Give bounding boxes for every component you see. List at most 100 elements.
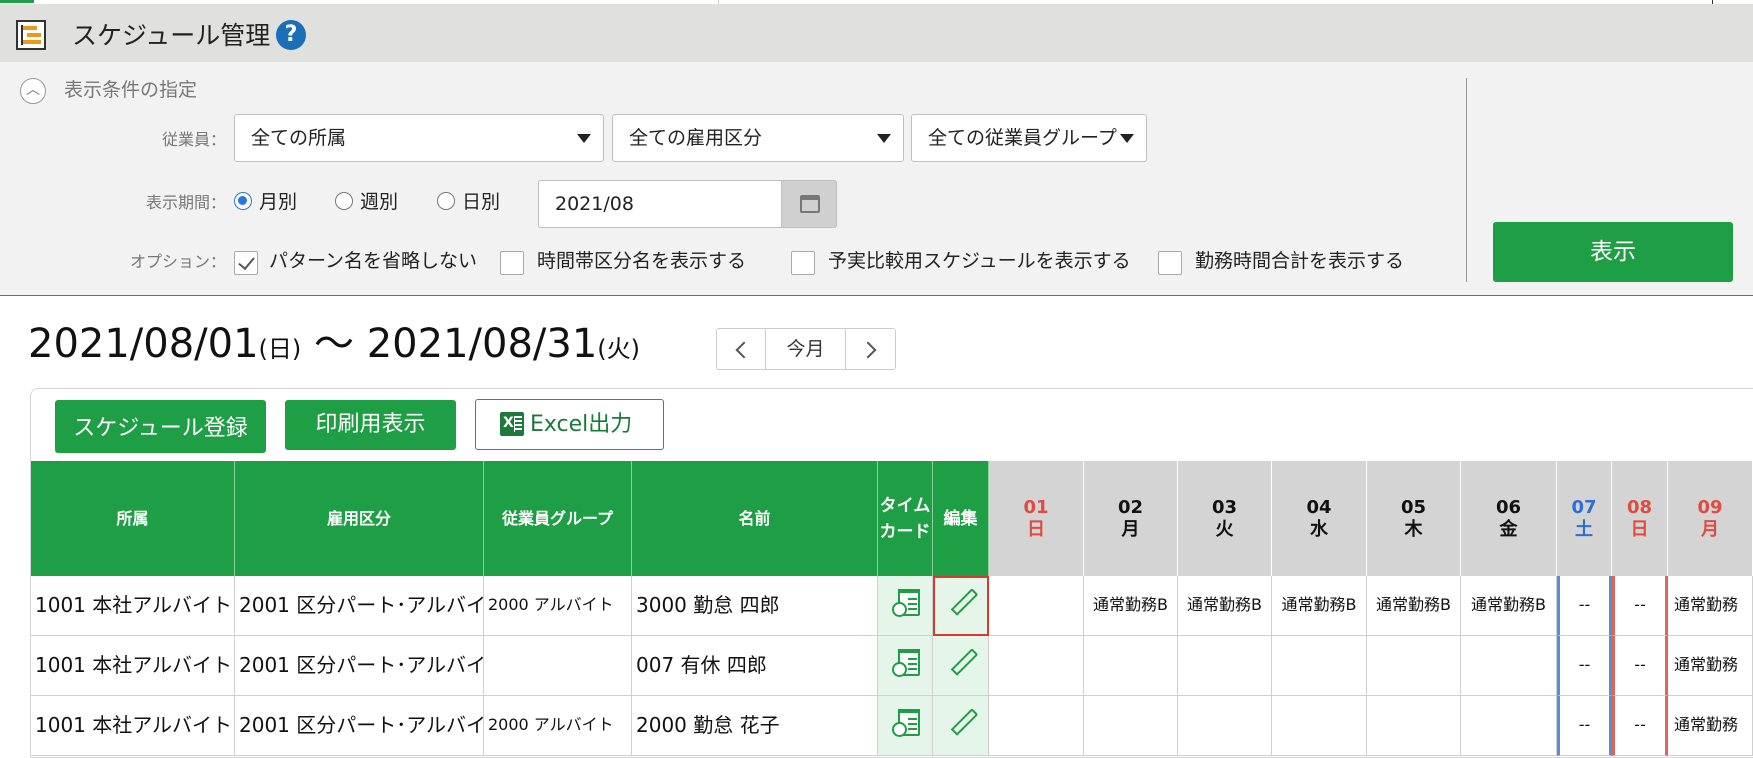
schedule-cell-day-07[interactable]: -- (1557, 636, 1612, 696)
employment-type-select[interactable]: 全ての雇用区分 (612, 114, 904, 162)
month-navigation: 今月 (716, 328, 896, 370)
header-day-weekday: 日 (1630, 518, 1649, 540)
header-timecard-line1: タイム (879, 495, 931, 516)
prev-month-chevron-icon[interactable] (735, 341, 753, 359)
month-input[interactable]: 2021/08 (538, 180, 783, 228)
edit-button[interactable] (933, 636, 989, 696)
period-daily-radio[interactable] (437, 192, 455, 210)
cell-employment-type: 2001 区分パート･アルバイト (235, 696, 484, 756)
option-plan-actual-label[interactable]: 予実比較用スケジュールを表示する (828, 248, 1131, 274)
header-day-weekday: 土 (1575, 518, 1593, 540)
header-day-number: 06 (1495, 496, 1522, 518)
option-time-zone-checkbox[interactable] (500, 251, 524, 275)
header-day-02[interactable]: 02 月 (1084, 461, 1178, 576)
schedule-cell-day-06[interactable]: 通常勤務B (1461, 576, 1557, 636)
schedule-cell-day-07[interactable]: -- (1557, 696, 1612, 756)
schedule-cell-day-07[interactable]: -- (1557, 576, 1612, 636)
period-monthly-label[interactable]: 月別 (259, 189, 297, 215)
header-day-06[interactable]: 06 金 (1461, 461, 1557, 576)
options-label: オプション： (129, 252, 226, 271)
schedule-cell-day-06[interactable] (1461, 636, 1557, 696)
schedule-cell-day-09[interactable]: 通常勤務 (1668, 636, 1753, 696)
schedule-cell-day-03[interactable] (1178, 636, 1272, 696)
timecard-button[interactable] (878, 696, 933, 756)
period-label: 表示期間： (145, 193, 226, 212)
schedule-cell-day-01[interactable] (989, 696, 1084, 756)
option-full-pattern-checkbox[interactable] (234, 251, 258, 275)
header-day-number: 03 (1211, 496, 1238, 518)
panel-divider (1466, 78, 1467, 282)
header-day-number: 07 (1571, 496, 1597, 518)
schedule-cell-day-09[interactable]: 通常勤務 (1668, 576, 1753, 636)
schedule-cell-day-04[interactable] (1272, 696, 1367, 756)
employee-group-select[interactable]: 全ての従業員グループ (911, 114, 1147, 162)
option-work-total-label[interactable]: 勤務時間合計を表示する (1195, 248, 1404, 274)
schedule-cell-day-04[interactable] (1272, 636, 1367, 696)
option-plan-actual-checkbox[interactable] (791, 251, 815, 275)
edit-button[interactable] (933, 576, 989, 636)
affiliation-select[interactable]: 全ての所属 (234, 114, 604, 162)
period-weekly-label[interactable]: 週別 (360, 189, 398, 215)
schedule-cell-day-08[interactable]: -- (1612, 636, 1668, 696)
cell-employee-group: 2000 アルバイト (484, 696, 632, 756)
header-day-01[interactable]: 01 日 (989, 461, 1084, 576)
next-month-chevron-icon[interactable] (859, 341, 877, 359)
header-day-weekday: 水 (1310, 518, 1328, 540)
schedule-register-button[interactable]: スケジュール登録 (55, 400, 266, 453)
collapse-chevron-icon[interactable]: ︿ (20, 78, 46, 104)
header-day-08[interactable]: 08 日 (1612, 461, 1668, 576)
cell-name: 3000 勤怠 四郎 (632, 576, 878, 636)
header-name[interactable]: 名前 (632, 461, 878, 576)
option-work-total-checkbox[interactable] (1158, 251, 1182, 275)
help-icon[interactable]: ? (276, 20, 306, 50)
schedule-cell-day-05[interactable] (1367, 696, 1461, 756)
edit-button[interactable] (933, 696, 989, 756)
schedule-cell-day-05[interactable]: 通常勤務B (1367, 576, 1461, 636)
calendar-icon (800, 195, 820, 213)
header-day-03[interactable]: 03 火 (1178, 461, 1272, 576)
timecard-icon (892, 709, 920, 738)
header-timecard-line2: カード (879, 521, 931, 542)
schedule-cell-day-05[interactable] (1367, 636, 1461, 696)
cell-employment-type: 2001 区分パート･アルバイト (235, 576, 484, 636)
header-employment-type[interactable]: 雇用区分 (235, 461, 484, 576)
header-day-05[interactable]: 05 木 (1367, 461, 1461, 576)
this-month-button[interactable]: 今月 (766, 329, 845, 369)
schedule-cell-day-01[interactable] (989, 576, 1084, 636)
pencil-icon (949, 588, 979, 618)
cell-employment-type: 2001 区分パート･アルバイト (235, 636, 484, 696)
option-full-pattern-label[interactable]: パターン名を省略しない (269, 248, 477, 274)
schedule-cell-day-01[interactable] (989, 636, 1084, 696)
schedule-cell-day-04[interactable]: 通常勤務B (1272, 576, 1367, 636)
header-day-09[interactable]: 09 月 (1668, 461, 1753, 576)
timecard-button[interactable] (878, 636, 933, 696)
schedule-cell-day-09[interactable]: 通常勤務 (1668, 696, 1753, 756)
timecard-icon (892, 649, 920, 678)
cell-name: 2000 勤怠 花子 (632, 696, 878, 756)
show-button[interactable]: 表示 (1493, 222, 1733, 282)
print-view-button[interactable]: 印刷用表示 (285, 400, 456, 450)
schedule-cell-day-08[interactable]: -- (1612, 696, 1668, 756)
schedule-cell-day-02[interactable] (1084, 696, 1178, 756)
timecard-icon (892, 589, 920, 618)
cell-employee-group: 2000 アルバイト (484, 576, 632, 636)
option-time-zone-label[interactable]: 時間帯区分名を表示する (537, 248, 746, 274)
header-employee-group[interactable]: 従業員グループ (484, 461, 632, 576)
calendar-button[interactable] (781, 180, 837, 228)
header-day-number: 02 (1117, 496, 1144, 518)
schedule-cell-day-08[interactable]: -- (1612, 576, 1668, 636)
period-monthly-radio[interactable] (234, 192, 252, 210)
schedule-cell-day-03[interactable] (1178, 696, 1272, 756)
header-day-07[interactable]: 07 土 (1557, 461, 1612, 576)
schedule-cell-day-06[interactable] (1461, 696, 1557, 756)
schedule-cell-day-02[interactable]: 通常勤務B (1084, 576, 1178, 636)
schedule-cell-day-03[interactable]: 通常勤務B (1178, 576, 1272, 636)
header-day-04[interactable]: 04 水 (1272, 461, 1367, 576)
period-daily-label[interactable]: 日別 (462, 189, 500, 215)
schedule-cell-day-02[interactable] (1084, 636, 1178, 696)
period-weekly-radio[interactable] (335, 192, 353, 210)
schedule-app-icon (16, 20, 46, 50)
cell-employee-group (484, 636, 632, 696)
header-affiliation[interactable]: 所属 (31, 461, 235, 576)
timecard-button[interactable] (878, 576, 933, 636)
